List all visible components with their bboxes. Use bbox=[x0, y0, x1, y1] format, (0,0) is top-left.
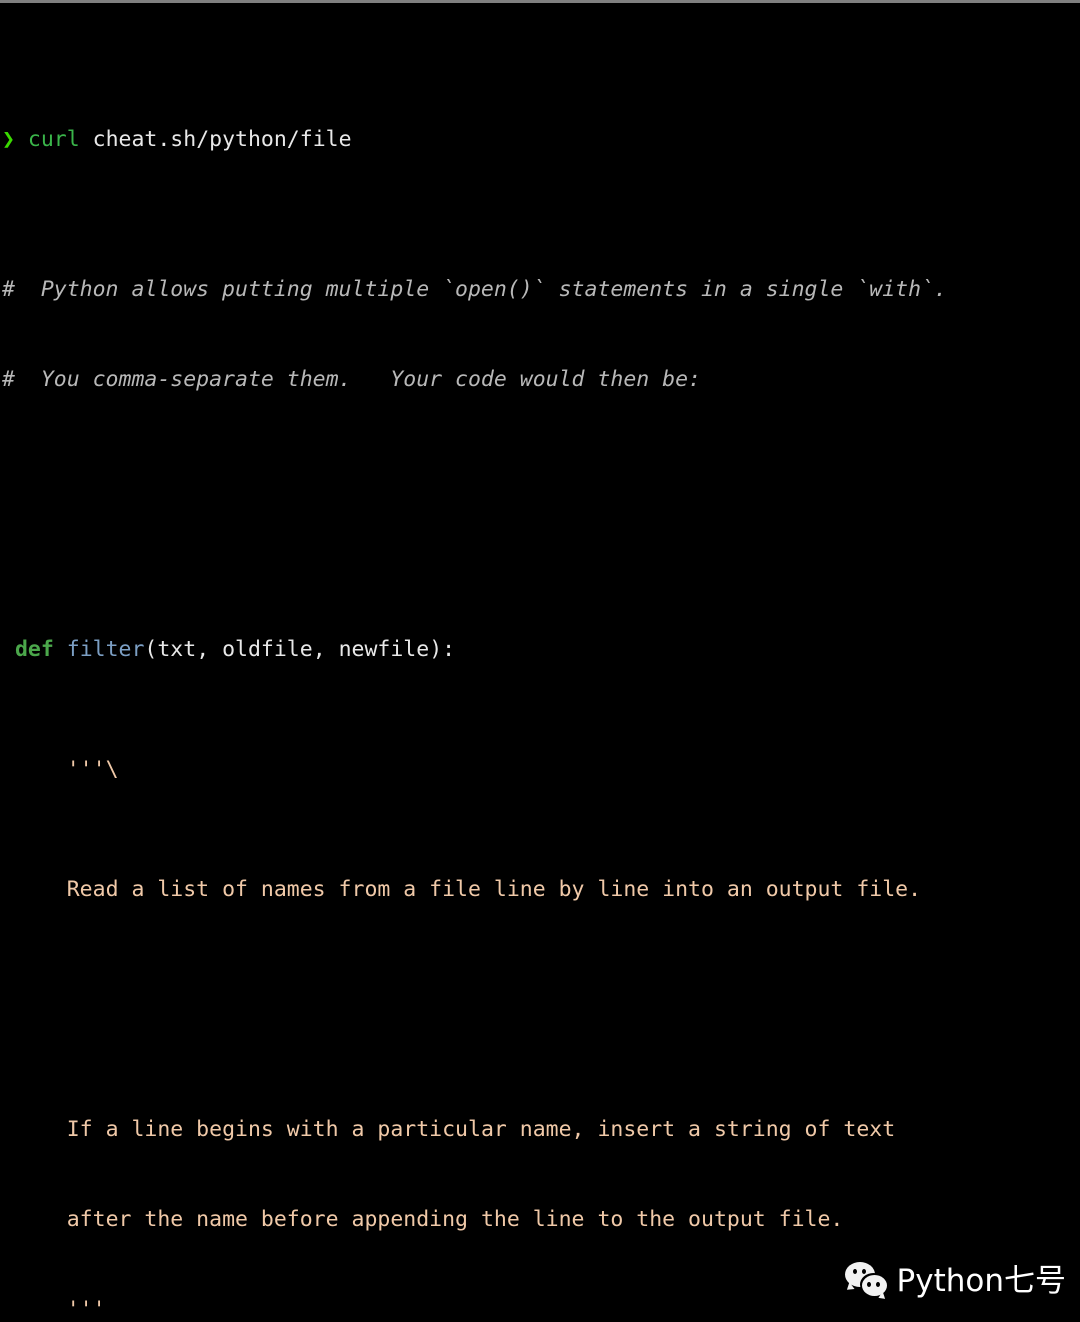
prompt-symbol: ❯ bbox=[2, 127, 15, 152]
command-argument: cheat.sh/python/file bbox=[92, 127, 352, 152]
comment-line: # Python allows putting multiple `open()… bbox=[2, 277, 947, 302]
terminal-screen: ❯ curl cheat.sh/python/file # Python all… bbox=[0, 3, 1080, 1322]
docstring-text: after the name before appending the line… bbox=[66, 1207, 844, 1232]
code-line-docstring-close: ''' bbox=[0, 1295, 1080, 1322]
docstring-text: Read a list of names from a file line by… bbox=[66, 877, 922, 902]
function-name: filter bbox=[66, 637, 145, 662]
code-line-docstring: Read a list of names from a file line by… bbox=[0, 875, 1080, 905]
prompt-line[interactable]: ❯ curl cheat.sh/python/file bbox=[0, 125, 1080, 155]
code-line-docstring: after the name before appending the line… bbox=[0, 1205, 1080, 1235]
docstring-close: ''' bbox=[66, 1297, 106, 1322]
docstring-text: If a line begins with a particular name,… bbox=[66, 1117, 896, 1142]
docstring-open: '''\ bbox=[66, 757, 119, 782]
function-params: (txt, oldfile, newfile): bbox=[144, 637, 456, 662]
code-line-def: def filter(txt, oldfile, newfile): bbox=[0, 635, 1080, 665]
keyword-def: def bbox=[14, 637, 54, 662]
code-line-docstring: If a line begins with a particular name,… bbox=[0, 1115, 1080, 1145]
comment-line: # You comma-separate them. Your code wou… bbox=[2, 367, 701, 392]
code-line-docstring-open: '''\ bbox=[0, 755, 1080, 785]
command-name: curl bbox=[27, 127, 80, 152]
terminal-window: ❯ curl cheat.sh/python/file # Python all… bbox=[0, 0, 1080, 1322]
